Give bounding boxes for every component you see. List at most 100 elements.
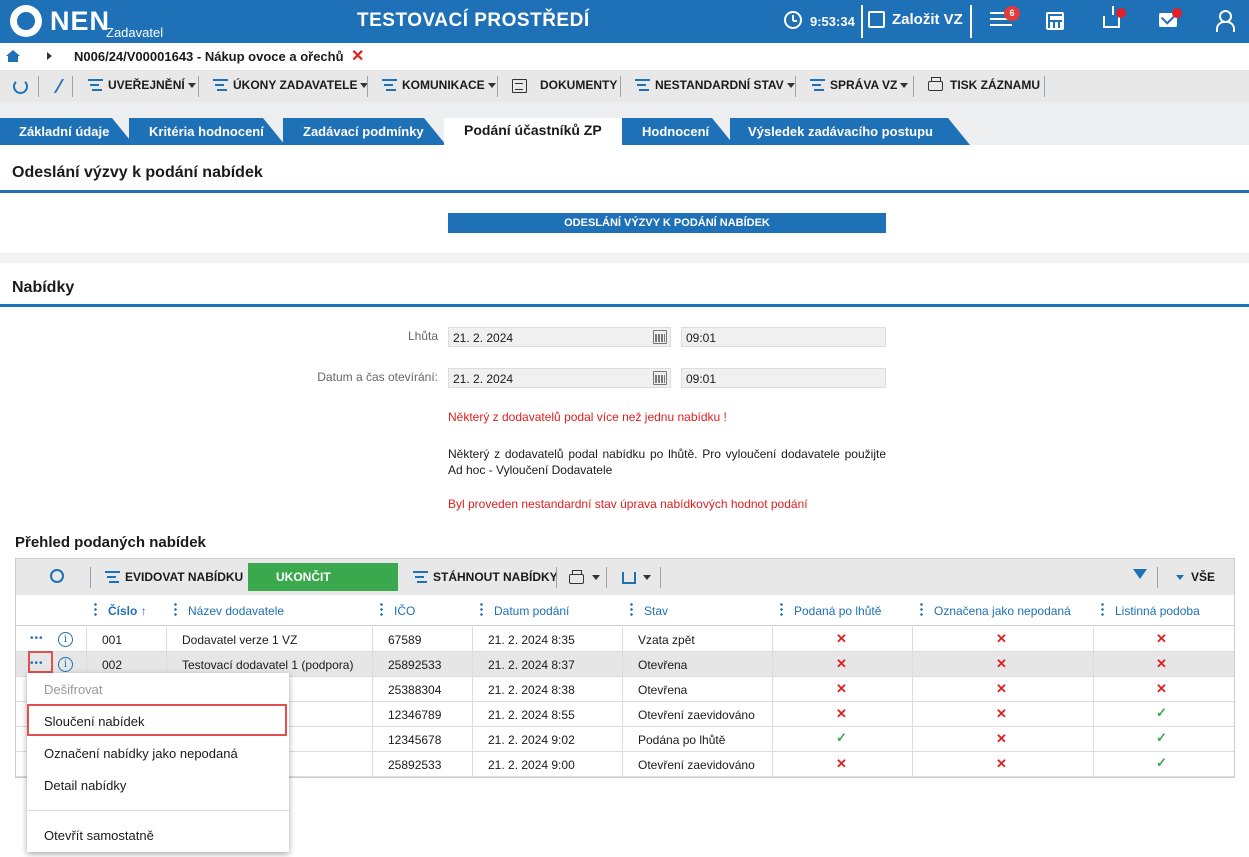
- column-cislo[interactable]: Číslo ↑: [108, 604, 147, 618]
- separator: [970, 5, 972, 38]
- menu-item-oznaceni-nepodana[interactable]: Označení nabídky jako nepodaná: [44, 746, 238, 761]
- uverejneni-menu[interactable]: UVEŘEJNĚNÍ: [108, 78, 196, 92]
- caret-down-icon[interactable]: [592, 575, 600, 580]
- table-row[interactable]: ••• i 001 Dodavatel verze 1 VZ 67589 21. 2. 2…: [16, 627, 1234, 652]
- user-icon[interactable]: [1214, 10, 1235, 32]
- evidovat-button[interactable]: EVIDOVAT NABÍDKU: [125, 570, 243, 584]
- info-icon[interactable]: i: [58, 657, 73, 672]
- tab-hodnoceni[interactable]: Hodnocení: [622, 118, 734, 145]
- filter-icon[interactable]: [1133, 569, 1147, 579]
- column-ico[interactable]: IČO: [394, 604, 415, 618]
- column-menu-icon[interactable]: [94, 602, 97, 617]
- cross-icon: ✕: [996, 731, 1007, 746]
- tab-vysledek[interactable]: Výsledek zadávacího postupu: [730, 118, 970, 145]
- cell-divider: [772, 727, 773, 752]
- tab-kriteria[interactable]: Kritéria hodnocení: [129, 118, 285, 145]
- breadcrumb-item[interactable]: N006/24/V00001643 - Nákup ovoce a ořechů: [74, 49, 344, 64]
- caret-down-icon[interactable]: [1176, 575, 1184, 580]
- column-nepodana[interactable]: Označena jako nepodaná: [934, 604, 1071, 618]
- cell-divider: [912, 677, 913, 702]
- column-menu-icon[interactable]: [480, 602, 483, 617]
- send-invitation-button[interactable]: ODESLÁNÍ VÝZVY K PODÁNÍ NABÍDEK: [448, 213, 886, 233]
- logo-subtitle: Zadavatel: [106, 25, 164, 40]
- sprava-menu[interactable]: SPRÁVA VZ: [830, 78, 909, 92]
- column-datum[interactable]: Datum podání: [494, 604, 569, 618]
- tab-label: Hodnocení: [642, 124, 710, 139]
- cell-divider: [912, 702, 913, 727]
- lhuta-date-field[interactable]: 21. 2. 2024: [448, 327, 671, 347]
- tisk-button[interactable]: TISK ZÁZNAMU: [950, 78, 1040, 92]
- cross-icon: ✕: [836, 631, 847, 646]
- column-menu-icon[interactable]: [630, 602, 633, 617]
- column-menu-icon[interactable]: [920, 602, 923, 617]
- sprava-label: SPRÁVA VZ: [830, 78, 898, 92]
- printer-icon[interactable]: [569, 570, 584, 584]
- refresh-icon[interactable]: [13, 79, 28, 94]
- dokumenty-button[interactable]: DOKUMENTY: [540, 78, 617, 92]
- cell-ico: 12346789: [388, 708, 442, 722]
- stahnout-button[interactable]: STÁHNOUT NABÍDKY: [433, 570, 558, 584]
- check-icon: ✓: [1156, 705, 1167, 720]
- cross-icon: ✕: [996, 656, 1007, 671]
- cell-divider: [622, 727, 623, 752]
- cell-datum: 21. 2. 2024 9:02: [488, 733, 575, 747]
- row-actions-icon[interactable]: •••: [30, 633, 44, 644]
- document-icon: [512, 79, 527, 93]
- ukoncit-otevirani-button[interactable]: UKONČIT OTEVÍRÁNÍ: [248, 563, 398, 612]
- menu-lines-icon: [105, 571, 120, 585]
- column-menu-icon[interactable]: [174, 602, 177, 617]
- otevirani-date-field[interactable]: 21. 2. 2024: [448, 368, 671, 388]
- close-icon[interactable]: ✕: [351, 46, 364, 66]
- calendar-icon[interactable]: [653, 371, 667, 385]
- cell-datum: 21. 2. 2024 8:38: [488, 683, 575, 697]
- warning-message: Některý z dodavatelů podal více než jedn…: [448, 410, 727, 424]
- grid-header: Číslo ↑ Název dodavatele IČO Datum podán…: [16, 595, 1234, 626]
- show-all-button[interactable]: VŠE: [1191, 570, 1215, 584]
- cell-divider: [622, 627, 623, 652]
- ukony-menu[interactable]: ÚKONY ZADAVATELE: [233, 78, 369, 92]
- column-listinna[interactable]: Listinná podoba: [1115, 604, 1200, 618]
- home-icon[interactable]: [6, 50, 20, 63]
- cell-divider: [912, 727, 913, 752]
- nestandardni-menu[interactable]: NESTANDARDNÍ STAV: [655, 78, 795, 92]
- tab-zakladni-udaje[interactable]: Základní údaje: [0, 118, 134, 145]
- cell-divider: [912, 752, 913, 777]
- tab-zadavaci-podminky[interactable]: Zadávací podmínky: [283, 118, 446, 145]
- separator: [861, 5, 863, 38]
- column-po-lhute[interactable]: Podaná po lhůtě: [794, 604, 881, 618]
- tab-label: Kritéria hodnocení: [149, 124, 264, 139]
- cross-icon: ✕: [996, 756, 1007, 771]
- otevirani-time-field[interactable]: 09:01: [681, 368, 886, 388]
- session-time: 9:53:34: [810, 14, 855, 29]
- tab-podani-ucastniku[interactable]: Podání účastníků ZP: [444, 118, 644, 145]
- column-menu-icon[interactable]: [1101, 602, 1104, 617]
- cell-divider: [166, 627, 167, 652]
- pencil-icon[interactable]: [47, 79, 65, 93]
- cell-divider: [912, 652, 913, 677]
- column-menu-icon[interactable]: [380, 602, 383, 617]
- check-icon: ✓: [1156, 730, 1167, 745]
- cell-cislo: 001: [102, 633, 123, 647]
- calculator-icon[interactable]: [1046, 12, 1064, 30]
- column-menu-icon[interactable]: [780, 602, 783, 617]
- calendar-icon[interactable]: [653, 330, 667, 344]
- export-icon[interactable]: [622, 572, 636, 584]
- create-vz-button[interactable]: Založit VZ: [892, 11, 963, 28]
- nen-logo-icon[interactable]: [10, 5, 42, 37]
- column-stav[interactable]: Stav: [644, 604, 668, 618]
- cell-ico: 25388304: [388, 683, 442, 697]
- inbox-icon[interactable]: [1103, 6, 1120, 28]
- menu-item-otevrit-samostatne[interactable]: Otevřít samostatně: [44, 828, 154, 843]
- column-nazev[interactable]: Název dodavatele: [188, 604, 284, 618]
- komunikace-menu[interactable]: KOMUNIKACE: [402, 78, 496, 92]
- menu-item-slouceni[interactable]: Sloučení nabídek: [44, 714, 144, 729]
- info-icon[interactable]: i: [58, 632, 73, 647]
- cross-icon: ✕: [1156, 681, 1167, 696]
- cross-icon: ✕: [836, 706, 847, 721]
- cell-divider: [912, 627, 913, 652]
- menu-item-detail[interactable]: Detail nabídky: [44, 778, 126, 793]
- lhuta-time-field[interactable]: 09:01: [681, 327, 886, 347]
- cell-cislo: 002: [102, 658, 123, 672]
- award-icon[interactable]: [50, 569, 64, 583]
- caret-down-icon[interactable]: [643, 575, 651, 580]
